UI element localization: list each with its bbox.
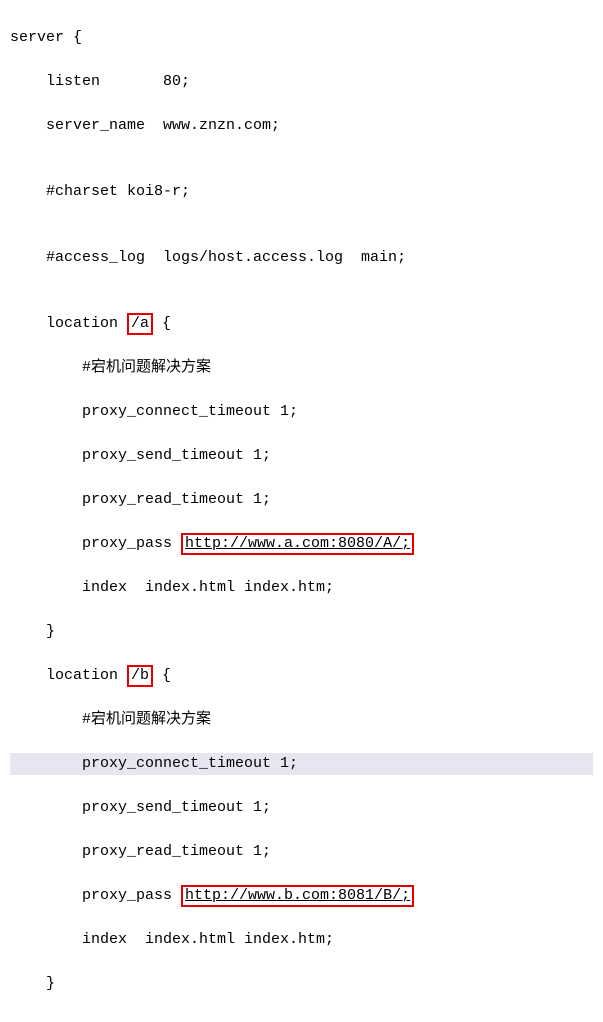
highlighted-url-b: http://www.b.com:8081/B/; (181, 885, 414, 907)
code-line: #宕机问题解决方案 (10, 709, 593, 731)
highlighted-url-a: http://www.a.com:8080/A/; (181, 533, 414, 555)
code-line: server_name www.znzn.com; (10, 115, 593, 137)
code-line-highlighted: proxy_connect_timeout 1; (10, 753, 593, 775)
code-block: server { listen 80; server_name www.znzn… (0, 0, 603, 1022)
text: proxy_pass (10, 887, 181, 904)
text: location (10, 315, 127, 332)
code-line: } (10, 973, 593, 995)
url-text: http://www.a.com:8080/A/; (185, 535, 410, 552)
text: proxy_pass (10, 535, 181, 552)
code-line: proxy_pass http://www.a.com:8080/A/; (10, 533, 593, 555)
code-line: proxy_pass http://www.b.com:8081/B/; (10, 885, 593, 907)
code-line: listen 80; (10, 71, 593, 93)
highlighted-path-a: /a (127, 313, 153, 335)
text: location (10, 667, 127, 684)
code-line: proxy_connect_timeout 1; (10, 401, 593, 423)
code-line: location /b { (10, 665, 593, 687)
code-line: index index.html index.htm; (10, 929, 593, 951)
code-line: proxy_send_timeout 1; (10, 797, 593, 819)
code-line: index index.html index.htm; (10, 577, 593, 599)
code-line: proxy_read_timeout 1; (10, 841, 593, 863)
code-line: proxy_read_timeout 1; (10, 489, 593, 511)
code-line: #access_log logs/host.access.log main; (10, 247, 593, 269)
code-line: proxy_send_timeout 1; (10, 445, 593, 467)
url-text: http://www.b.com:8081/B/; (185, 887, 410, 904)
text: { (153, 667, 171, 684)
code-line: server { (10, 27, 593, 49)
highlighted-path-b: /b (127, 665, 153, 687)
text: { (153, 315, 171, 332)
code-line: } (10, 621, 593, 643)
code-line: location /a { (10, 313, 593, 335)
code-line: #宕机问题解决方案 (10, 357, 593, 379)
code-line: #charset koi8-r; (10, 181, 593, 203)
